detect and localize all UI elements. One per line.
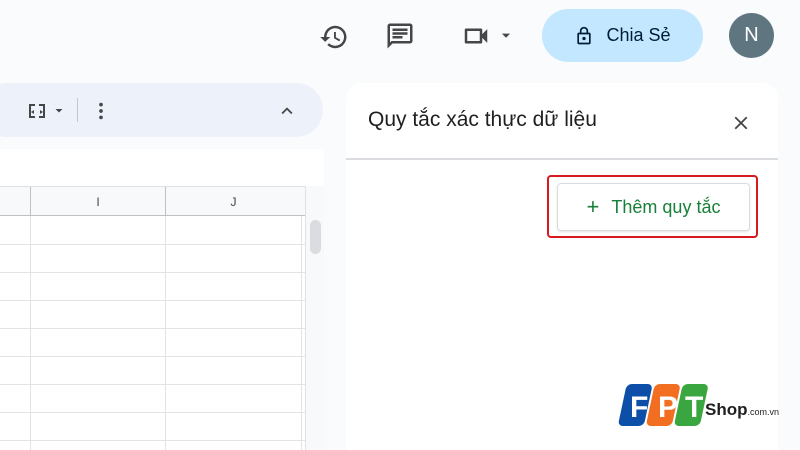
row-divider: [0, 412, 305, 413]
column-header-h[interactable]: [0, 187, 30, 217]
shop-label: Shop: [705, 400, 748, 419]
shop-domain: .com.vn: [747, 407, 780, 417]
fpt-logo-text: P: [658, 391, 678, 424]
share-button[interactable]: Chia Sẻ: [542, 9, 703, 62]
row-divider: [0, 384, 305, 385]
column-headers: I J: [0, 186, 305, 217]
column-label: J: [230, 195, 237, 209]
column-divider: [30, 216, 31, 450]
avatar[interactable]: N: [729, 13, 774, 58]
row-divider: [0, 244, 305, 245]
row-divider: [0, 272, 305, 273]
split-columns-icon: [29, 104, 45, 118]
close-panel-button[interactable]: [726, 108, 756, 138]
scrollbar-thumb[interactable]: [310, 220, 321, 254]
fpt-logo-text: F: [630, 391, 648, 424]
panel-title: Quy tắc xác thực dữ liệu: [368, 108, 597, 131]
fpt-logo-text: T: [685, 391, 703, 424]
row-divider: [0, 328, 305, 329]
toolbar-divider: [77, 98, 78, 122]
add-rule-button[interactable]: + Thêm quy tắc: [557, 183, 750, 231]
more-options-button[interactable]: [90, 98, 112, 124]
column-header-j[interactable]: J: [165, 187, 301, 217]
chevron-up-icon: [281, 107, 293, 115]
version-history-button[interactable]: [317, 20, 351, 54]
shop-wordmark: Shop.com.vn: [705, 400, 779, 420]
row-divider: [0, 356, 305, 357]
panel-divider: [346, 158, 778, 160]
comment-icon: [387, 23, 413, 49]
add-rule-label: Thêm quy tắc: [611, 196, 721, 217]
comments-button[interactable]: [383, 19, 417, 53]
history-icon: [320, 25, 347, 49]
dropdown-arrow-icon: [501, 33, 511, 38]
meet-button[interactable]: [455, 20, 517, 52]
avatar-letter: N: [744, 24, 759, 46]
video-camera-icon: [464, 28, 488, 44]
collapse-toolbar-button[interactable]: [274, 98, 300, 124]
column-divider: [301, 216, 302, 450]
column-divider: [165, 216, 166, 450]
row-divider: [0, 300, 305, 301]
more-vert-icon: [99, 102, 103, 120]
close-icon: [734, 116, 748, 130]
lock-icon: [577, 26, 592, 44]
row-divider: [0, 440, 305, 441]
split-columns-button[interactable]: [20, 98, 70, 124]
plus-icon: +: [586, 194, 600, 219]
column-header-i[interactable]: I: [30, 187, 165, 217]
column-label: I: [96, 195, 100, 209]
share-label: Chia Sẻ: [606, 25, 671, 45]
dropdown-icon: [55, 109, 63, 113]
